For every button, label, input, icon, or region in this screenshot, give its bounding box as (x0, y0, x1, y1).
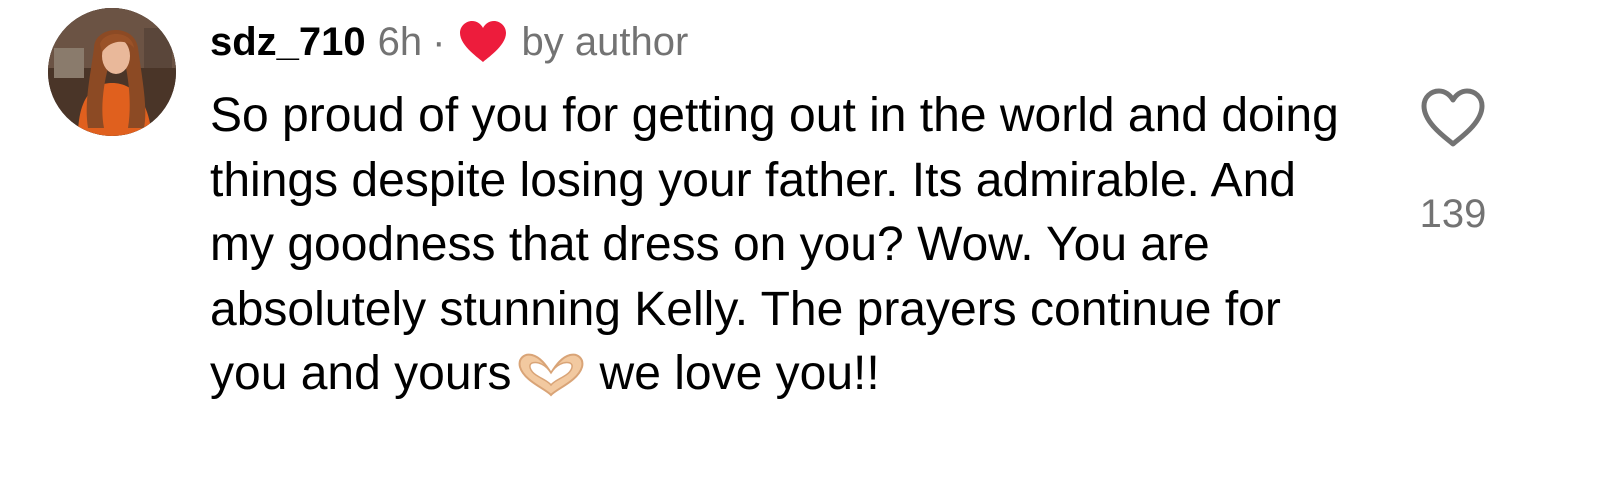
username-link[interactable]: sdz_710 (210, 14, 366, 70)
like-button[interactable] (1420, 88, 1486, 148)
comment-body: So proud of you for getting out in the w… (210, 84, 1360, 407)
avatar[interactable] (48, 8, 176, 136)
comment-item: sdz_710 6h · by author So proud of you f… (0, 0, 1600, 498)
like-count: 139 (1419, 192, 1487, 236)
red-heart-icon (458, 20, 508, 64)
comment-meta: sdz_710 6h · by author (210, 14, 688, 70)
avatar-image (48, 8, 176, 136)
meta-separator: · (432, 20, 446, 64)
comment-text-end: we love you!! (599, 347, 880, 400)
heart-hands-emoji (516, 351, 586, 397)
heart-outline-icon (1421, 88, 1485, 147)
liked-by-author-label: by author (521, 20, 689, 64)
comment-timestamp[interactable]: 6h (378, 14, 423, 70)
